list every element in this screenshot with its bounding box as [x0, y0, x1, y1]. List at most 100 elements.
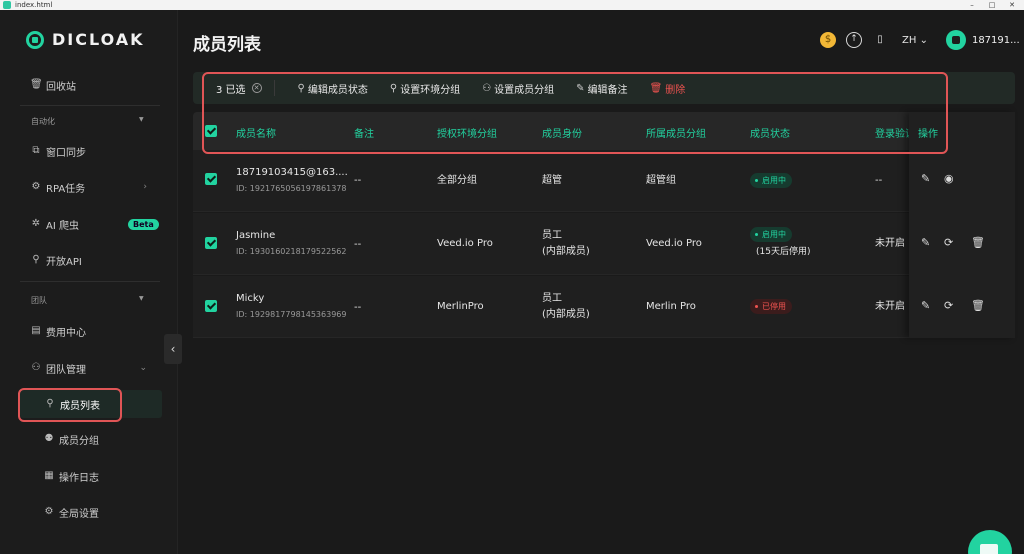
sidebar-item-label: 回收站 — [46, 81, 76, 93]
row-checkbox[interactable] — [205, 300, 217, 312]
sidebar-item-label: 成员分组 — [59, 435, 99, 447]
sidebar-section-team[interactable]: 团队 ▼ — [31, 295, 144, 306]
minimize-button[interactable]: – — [962, 0, 982, 10]
recycle-bin-icon: 🗑 — [30, 79, 43, 90]
member-role-sub: (内部成员) — [542, 309, 590, 320]
member-role: 员工 — [542, 230, 562, 241]
delete-icon[interactable]: 🗑 — [971, 236, 985, 249]
settings-icon: ⚙ — [44, 506, 54, 517]
sidebar-item-label: 操作日志 — [59, 472, 99, 484]
sidebar-item-label: 开放API — [46, 256, 82, 268]
sidebar-item-window-sync[interactable]: ⧉ 窗口同步 — [0, 137, 177, 165]
member-group: Merlin Pro — [646, 301, 696, 312]
section-label: 团队 — [31, 296, 47, 305]
status-badge: 已停用 — [750, 299, 792, 314]
avatar[interactable] — [945, 30, 966, 50]
logo-mark-icon — [26, 30, 44, 49]
sidebar-item-ai-crawler[interactable]: ✲ AI 爬虫 Beta — [0, 210, 177, 238]
sidebar-item-label: 窗口同步 — [46, 147, 86, 159]
sidebar-item-label: 费用中心 — [46, 327, 86, 339]
member-name: Micky — [236, 293, 265, 304]
row-checkbox[interactable] — [205, 173, 217, 185]
member-id: ID: 1921765056197861378 — [236, 184, 347, 193]
sidebar-item-member-group[interactable]: ⚉ 成员分组 — [0, 425, 177, 453]
beta-badge: Beta — [128, 219, 159, 230]
env-group: Veed.io Pro — [437, 238, 493, 249]
language-selector[interactable]: ZH ⌄ — [902, 35, 928, 46]
member-group: Veed.io Pro — [646, 238, 702, 249]
sidebar-divider — [20, 105, 160, 106]
switch-icon[interactable]: ⟳ — [944, 236, 953, 249]
sidebar-item-billing[interactable]: ▤ 费用中心 — [0, 317, 177, 345]
sidebar-item-label: 全局设置 — [59, 508, 99, 520]
sidebar-item-label: RPA任务 — [46, 183, 86, 195]
login-verify: -- — [875, 175, 883, 186]
window-title: index.html — [15, 1, 53, 9]
username[interactable]: 187191... — [972, 35, 1020, 46]
window-sync-icon: ⧉ — [32, 145, 40, 156]
sidebar: DICLOAK 🗑 回收站 自动化 ▼ ⧉ 窗口同步 ⚙ RPA任务 › ✲ A… — [0, 10, 178, 554]
group-icon: ⚉ — [44, 433, 54, 444]
sidebar-item-rpa[interactable]: ⚙ RPA任务 › — [0, 173, 177, 201]
edit-icon[interactable]: ✎ — [921, 172, 930, 185]
sidebar-collapse-button[interactable]: ‹ — [164, 334, 182, 364]
login-verify: 未开启 — [875, 301, 905, 312]
logo-text: DICLOAK — [52, 30, 145, 49]
sidebar-item-team-manage[interactable]: ⚇ 团队管理 ⌄ — [0, 354, 177, 382]
maximize-button[interactable]: □ — [982, 0, 1002, 10]
member-group: 超管组 — [646, 175, 676, 186]
status-badge: 启用中 — [750, 173, 792, 188]
ai-crawler-icon: ✲ — [31, 218, 41, 229]
member-id: ID: 1929817798145363969 — [236, 310, 347, 319]
status-note: (15天后停用) — [756, 247, 811, 257]
edit-icon[interactable]: ✎ — [921, 236, 930, 249]
highlight-box-toolbar — [202, 72, 948, 154]
member-note: -- — [354, 175, 362, 186]
chevron-down-icon: ⌄ — [139, 363, 147, 373]
support-chat-button[interactable] — [968, 530, 1012, 554]
member-role: 员工 — [542, 293, 562, 304]
chevron-right-icon: › — [143, 182, 147, 192]
switch-icon[interactable]: ⟳ — [944, 299, 953, 312]
table-row[interactable]: 18719103415@163.... ID: 1921765056197861… — [193, 150, 1015, 212]
login-verify: 未开启 — [875, 238, 905, 249]
sidebar-section-automation[interactable]: 自动化 ▼ — [31, 116, 144, 127]
sidebar-item-label: AI 爬虫 — [46, 220, 79, 232]
edit-icon[interactable]: ✎ — [921, 299, 930, 312]
api-icon: ⚲ — [32, 254, 40, 265]
language-label: ZH — [902, 34, 917, 46]
upload-icon[interactable]: ↑ — [846, 32, 862, 48]
window-titlebar: index.html – □ ✕ — [0, 0, 1024, 10]
member-note: -- — [354, 302, 362, 313]
delete-icon[interactable]: 🗑 — [971, 299, 985, 312]
sidebar-item-open-api[interactable]: ⚲ 开放API — [0, 246, 177, 274]
log-icon: ▦ — [44, 470, 54, 481]
member-name: 18719103415@163.... — [236, 167, 348, 178]
table-row[interactable]: Jasmine ID: 1930160218179522562 -- Veed.… — [193, 213, 1015, 275]
sidebar-item-recycle-bin[interactable]: 🗑 回收站 — [0, 71, 177, 99]
header-actions: $ ↑ ▯ ZH ⌄ 187191... — [820, 30, 1020, 50]
table-row[interactable]: Micky ID: 1929817798145363969 -- MerlinP… — [193, 276, 1015, 338]
row-checkbox[interactable] — [205, 237, 217, 249]
section-label: 自动化 — [31, 117, 55, 126]
member-id: ID: 1930160218179522562 — [236, 247, 347, 256]
chevron-down-icon: ⌄ — [919, 34, 928, 46]
sidebar-item-global-settings[interactable]: ⚙ 全局设置 — [0, 498, 177, 526]
page-title: 成员列表 — [193, 35, 261, 55]
sidebar-item-label: 团队管理 — [46, 364, 86, 376]
close-window-button[interactable]: ✕ — [1002, 0, 1022, 10]
team-icon: ⚇ — [31, 362, 41, 373]
member-role: 超管 — [542, 175, 562, 186]
status-badge: 启用中 — [750, 227, 792, 242]
env-group: 全部分组 — [437, 175, 477, 186]
billing-icon: ▤ — [31, 325, 41, 336]
highlight-box-member-list — [18, 388, 122, 422]
chevron-down-icon: ▼ — [139, 295, 144, 302]
sidebar-item-op-log[interactable]: ▦ 操作日志 — [0, 462, 177, 490]
logo: DICLOAK — [26, 30, 145, 49]
member-name: Jasmine — [236, 230, 276, 241]
coin-icon[interactable]: $ — [820, 32, 836, 48]
chevron-down-icon: ▼ — [139, 116, 144, 123]
book-icon[interactable]: ▯ — [872, 32, 888, 48]
user-circle-icon[interactable]: ◉ — [944, 172, 954, 185]
